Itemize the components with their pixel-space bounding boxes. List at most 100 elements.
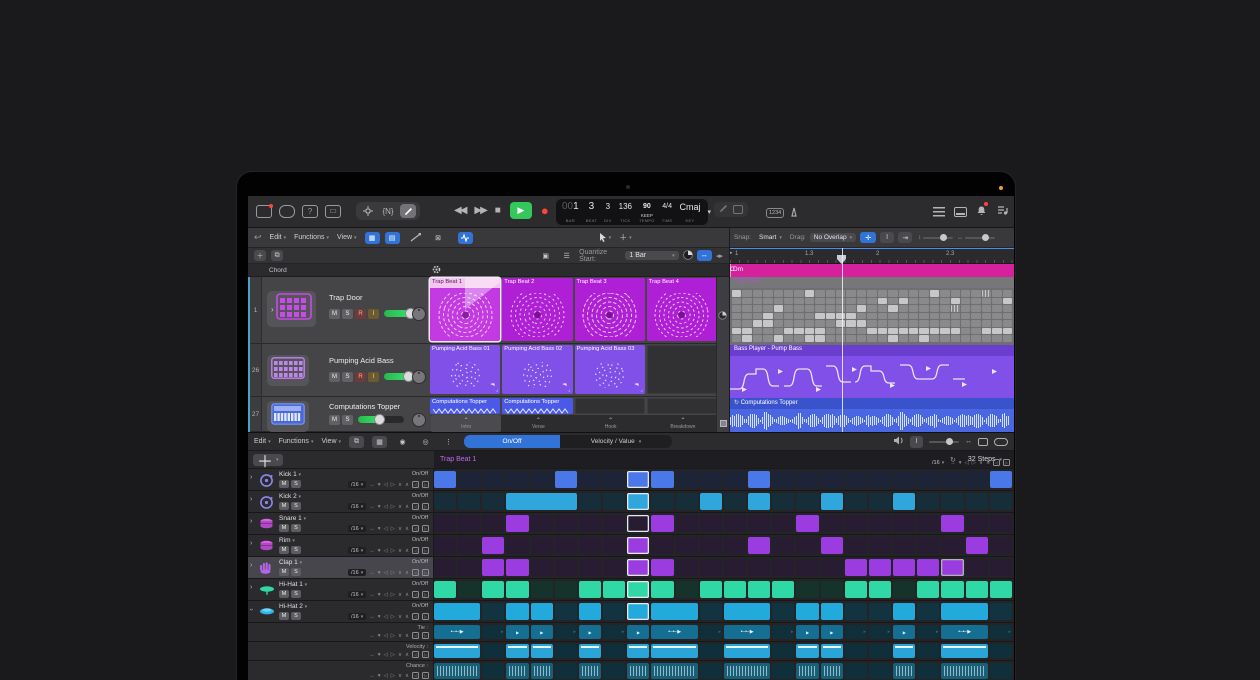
count-in-badge[interactable]: 1234 [766, 208, 784, 218]
collapse-icon[interactable]: › [248, 608, 255, 610]
volume-knob[interactable] [374, 414, 385, 425]
step-cell[interactable] [627, 471, 649, 488]
step-cell[interactable] [821, 603, 843, 620]
increment-icon[interactable]: ∧ [405, 614, 409, 620]
editors-icon[interactable]: ▭ [325, 205, 341, 218]
step-cell[interactable]: ▶ [627, 625, 649, 639]
step-cell[interactable] [917, 493, 939, 510]
quantize-start-select[interactable]: 1 Bar▾ [625, 251, 678, 260]
step-cell[interactable] [579, 515, 601, 532]
step-cell[interactable] [772, 471, 794, 488]
step-cell[interactable] [627, 515, 649, 532]
step-cell[interactable]: ▸ [482, 625, 504, 639]
region-audio[interactable]: ↻ Computations Topper [730, 398, 1014, 432]
loop-cell[interactable]: Pumping Acid Bass 01⌟ [430, 345, 500, 394]
step-cell[interactable] [821, 581, 843, 598]
rate-select[interactable]: /16▾ [348, 591, 366, 598]
step-cell[interactable] [676, 581, 698, 598]
loop-chev-icon[interactable]: ▾ [378, 652, 381, 658]
step-cell[interactable] [772, 515, 794, 532]
play-button[interactable]: ▶ [510, 202, 532, 219]
step-cell[interactable] [796, 537, 818, 554]
loop-mode-icon[interactable]: → [369, 482, 375, 488]
step-cell[interactable] [772, 603, 794, 620]
step-cell[interactable] [821, 537, 843, 554]
step-cell[interactable] [506, 537, 528, 554]
mode-onoff-button[interactable]: On/Off [464, 435, 560, 448]
metronome-icon[interactable] [789, 204, 799, 222]
step-cell[interactable]: ▸ [845, 625, 867, 639]
loop-cell[interactable]: Computations Topper [502, 398, 572, 414]
step-cell[interactable] [990, 663, 1012, 679]
live-loops-edit-menu[interactable]: Edit▾ [270, 234, 287, 241]
rotate-left-icon[interactable]: ◁ [964, 460, 968, 466]
step-cell[interactable] [917, 471, 939, 488]
decrement-icon[interactable]: ∨ [398, 673, 402, 679]
step-edit-icon[interactable]: ◁ [412, 503, 419, 510]
decrement-icon[interactable]: ∨ [398, 570, 402, 576]
step-cell[interactable] [724, 581, 746, 598]
step-cell[interactable] [869, 559, 891, 576]
scene-trigger[interactable]: ⌃Breakdown [648, 415, 718, 432]
step-cell[interactable] [555, 559, 577, 576]
step-cell[interactable] [531, 537, 553, 554]
step-edit-icon[interactable]: ◁ [993, 459, 1000, 466]
step-cell[interactable]: ▶ [506, 625, 528, 639]
step-cell[interactable] [434, 559, 456, 576]
step-cell[interactable] [603, 663, 625, 679]
mute-button[interactable]: M [279, 480, 289, 488]
step-cell[interactable] [772, 559, 794, 576]
step-cell[interactable] [506, 663, 528, 679]
step-cell[interactable]: •–•–▶ [941, 625, 987, 639]
row-header[interactable]: ›Hi-Hat 2 ▾MSOn/Off/16▾→▾◁▷∨∧◁▷ [248, 601, 434, 622]
step-cell[interactable] [966, 471, 988, 488]
input-monitor-button[interactable]: I [368, 309, 379, 319]
step-cell[interactable] [603, 537, 625, 554]
loop-chev-icon[interactable]: ▾ [378, 570, 381, 576]
step-cell[interactable] [845, 537, 867, 554]
step-cell[interactable] [627, 581, 649, 598]
chord-track-row[interactable]: Chord [248, 264, 729, 277]
loop-chev-icon[interactable]: ▾ [959, 460, 962, 466]
step-cell[interactable] [869, 603, 891, 620]
step-cell[interactable] [917, 581, 939, 598]
step-cell[interactable] [482, 515, 504, 532]
drag-select[interactable]: No Overlap▾ [810, 233, 856, 242]
step-cell[interactable] [651, 493, 673, 510]
step-cell[interactable]: ▶ [893, 625, 915, 639]
rotate-left-icon[interactable]: ◁ [383, 652, 387, 658]
sequencer-functions-menu[interactable]: Functions▾ [279, 438, 314, 445]
step-edit-icon[interactable]: ◁ [412, 613, 419, 620]
solo-button[interactable]: S [291, 524, 301, 532]
step-cell[interactable] [627, 644, 649, 658]
step-cell[interactable] [482, 537, 504, 554]
rotate-left-icon[interactable]: ◁ [383, 504, 387, 510]
loop-mode-icon[interactable]: → [950, 460, 956, 466]
step-cell[interactable] [941, 603, 987, 620]
step-cell[interactable] [845, 471, 867, 488]
increment-icon[interactable]: ∧ [405, 570, 409, 576]
rate-select[interactable]: /16▾ [348, 481, 366, 488]
decrement-icon[interactable]: ∨ [398, 504, 402, 510]
solo-button[interactable]: S [342, 372, 353, 382]
loop-chev-icon[interactable]: ▾ [378, 614, 381, 620]
step-cell[interactable] [893, 471, 915, 488]
catch-playhead-icon[interactable]: ✛ [860, 232, 876, 243]
rotate-right-icon[interactable]: ▷ [391, 504, 395, 510]
step-cell[interactable] [869, 663, 891, 679]
note-repeat-icon[interactable]: ◉ [395, 436, 410, 448]
chord-strip[interactable]: DmC [730, 264, 1014, 277]
step-cell[interactable] [821, 515, 843, 532]
step-cell[interactable] [724, 559, 746, 576]
solo-button[interactable]: S [291, 546, 301, 554]
snap-select[interactable]: Smart▾ [755, 233, 786, 242]
step-cell[interactable] [555, 663, 577, 679]
step-edit-icon[interactable]: ◁ [412, 569, 419, 576]
step-cell[interactable]: •–•–▶ [724, 625, 770, 639]
step-cell[interactable] [748, 581, 770, 598]
step-cell[interactable] [772, 581, 794, 598]
empty-cell-slot[interactable] [647, 398, 717, 414]
step-cell[interactable] [700, 603, 722, 620]
step-cell[interactable] [941, 537, 963, 554]
help-icon[interactable]: ? [302, 205, 318, 218]
